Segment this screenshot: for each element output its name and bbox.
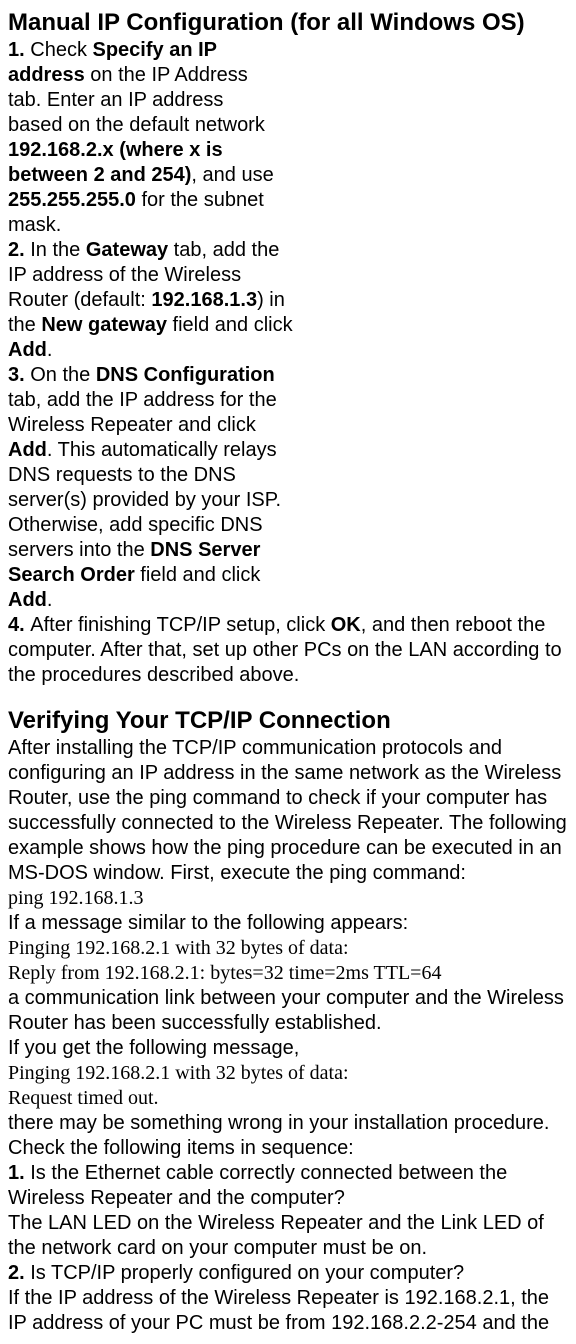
- step-1: 1. Check Specify an IP address on the IP…: [8, 38, 283, 238]
- step-2: 2. In the Gateway tab, add the IP addres…: [8, 238, 303, 363]
- section-heading: Manual IP Configuration (for all Windows…: [8, 8, 568, 38]
- command-text: ping 192.168.1.3: [8, 886, 568, 911]
- step-number: 2.: [8, 1262, 30, 1284]
- paragraph: After installing the TCP/IP communicatio…: [8, 736, 568, 886]
- step-number: 1.: [8, 1162, 30, 1184]
- text-bold: Add: [8, 589, 47, 611]
- text: Is TCP/IP properly configured on your co…: [30, 1262, 464, 1284]
- text: .: [47, 339, 53, 361]
- text: field and click: [167, 314, 293, 336]
- paragraph: If a message similar to the following ap…: [8, 911, 568, 936]
- text-bold: Add: [8, 339, 47, 361]
- output-text: Request timed out.: [8, 1086, 568, 1111]
- check-note: If the IP address of the Wireless Repeat…: [8, 1286, 568, 1336]
- step-4: 4. After finishing TCP/IP setup, click O…: [8, 613, 568, 688]
- text-bold: New gateway: [41, 314, 167, 336]
- text-bold: DNS Configuration: [96, 364, 275, 386]
- text-bold: Gateway: [86, 239, 168, 261]
- paragraph: a communication link between your comput…: [8, 986, 568, 1036]
- text: Check: [30, 39, 92, 61]
- text: On the: [30, 364, 96, 386]
- output-text: Pinging 192.168.2.1 with 32 bytes of dat…: [8, 1061, 568, 1086]
- section-heading: Verifying Your TCP/IP Connection: [8, 706, 568, 736]
- output-text: Reply from 192.168.2.1: bytes=32 time=2m…: [8, 961, 568, 986]
- paragraph: there may be something wrong in your ins…: [8, 1111, 568, 1161]
- paragraph: If you get the following message,: [8, 1036, 568, 1061]
- text: field and click: [135, 564, 261, 586]
- check-note: The LAN LED on the Wireless Repeater and…: [8, 1211, 568, 1261]
- step-number: 3.: [8, 364, 30, 386]
- text-bold: OK: [331, 614, 361, 636]
- text-bold: 192.168.1.3: [151, 289, 257, 311]
- output-text: Pinging 192.168.2.1 with 32 bytes of dat…: [8, 936, 568, 961]
- step-number: 1.: [8, 39, 30, 61]
- text: Is the Ethernet cable correctly connecte…: [8, 1162, 507, 1209]
- text: tab, add the IP address for the Wireless…: [8, 389, 277, 436]
- text-bold: 255.255.255.0: [8, 189, 136, 211]
- check-item-2: 2. Is TCP/IP properly configured on your…: [8, 1261, 568, 1286]
- text: , and use: [191, 164, 273, 186]
- step-3: 3. On the DNS Configuration tab, add the…: [8, 363, 303, 613]
- step-number: 2.: [8, 239, 30, 261]
- text-bold: Add: [8, 439, 47, 461]
- check-item-1: 1. Is the Ethernet cable correctly conne…: [8, 1161, 568, 1211]
- step-number: 4.: [8, 614, 30, 636]
- text: .: [47, 589, 53, 611]
- text: In the: [30, 239, 86, 261]
- text: After finishing TCP/IP setup, click: [30, 614, 331, 636]
